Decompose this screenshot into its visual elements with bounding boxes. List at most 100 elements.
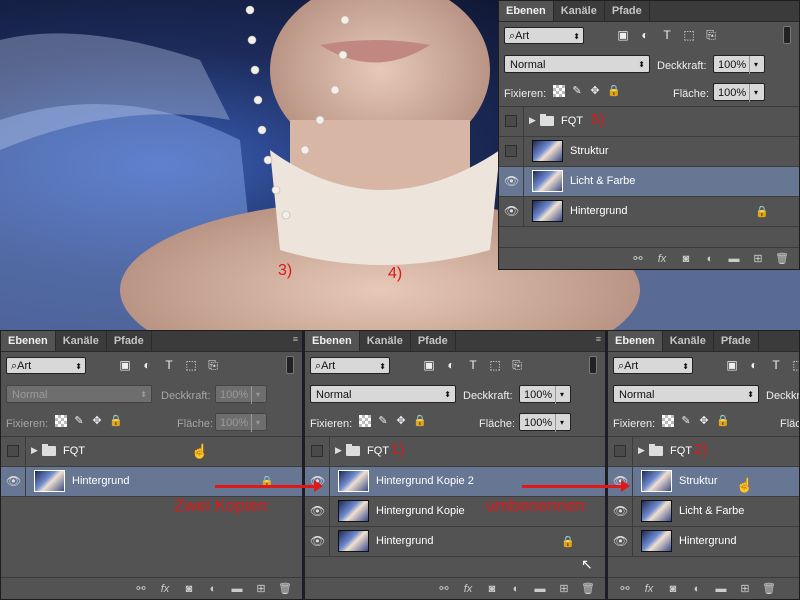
visibility-toggle[interactable] [614,445,626,457]
new-layer-icon[interactable]: ⊞ [557,582,571,595]
panel-menu-icon[interactable]: ≡ [596,334,601,344]
image-filter-icon[interactable]: ▣ [422,358,436,372]
layer-row[interactable]: 👁 Licht & Farbe [608,497,799,527]
tab-kanaele[interactable]: Kanäle [663,331,714,351]
lock-transparency-icon[interactable] [359,415,371,427]
eye-icon[interactable]: 👁 [613,534,628,548]
lock-all-icon[interactable]: 🔒 [607,85,621,97]
layer-row[interactable]: 👁 Hintergrund 🔒 [305,527,605,557]
dropdown-icon[interactable]: ▾ [251,386,264,404]
tab-ebenen[interactable]: Ebenen [499,1,554,21]
eye-icon[interactable]: 👁 [613,504,628,518]
adjustment-filter-icon[interactable]: ◐ [444,358,458,372]
expand-arrow-icon[interactable]: ▶ [335,445,342,456]
lock-pixels-icon[interactable]: ✎ [680,415,692,427]
opacity-input[interactable]: 100% ▾ [713,55,765,74]
type-filter-icon[interactable]: T [769,358,783,372]
lock-position-icon[interactable]: ✥ [698,415,710,427]
new-layer-icon[interactable]: ⊞ [254,582,268,595]
layer-row[interactable]: 👁 Hintergrund [608,527,799,557]
lock-pixels-icon[interactable]: ✎ [377,415,389,427]
trash-icon[interactable]: 🗑 [278,582,292,595]
fx-icon[interactable]: fx [461,583,475,595]
smart-object-filter-icon[interactable]: ⎘ [510,358,524,372]
eye-icon[interactable]: 👁 [504,204,519,218]
layer-filter-select[interactable]: ⌕Art ⬍ [6,357,86,374]
adjustment-filter-icon[interactable]: ◐ [140,358,154,372]
opacity-input[interactable]: 100% ▾ [215,385,267,404]
smart-object-filter-icon[interactable]: ⎘ [704,28,718,42]
tab-pfade[interactable]: Pfade [107,331,152,351]
blend-mode-select[interactable]: Normal ⬍ [613,385,759,403]
new-layer-icon[interactable]: ⊞ [738,582,752,595]
layer-row-selected[interactable]: 👁 Licht & Farbe [499,167,799,197]
link-icon[interactable]: ⚯ [437,582,451,595]
blend-mode-select[interactable]: Normal ⬍ [310,385,456,403]
fx-icon[interactable]: fx [655,253,669,265]
lock-pixels-icon[interactable]: ✎ [73,415,85,427]
dropdown-icon[interactable]: ▾ [749,56,762,74]
expand-arrow-icon[interactable]: ▶ [31,445,38,456]
visibility-toggle[interactable] [7,445,19,457]
expand-arrow-icon[interactable]: ▶ [638,445,645,456]
blend-mode-select[interactable]: Normal ⬍ [6,385,152,403]
layer-filter-select[interactable]: ⌕Art ⬍ [613,357,693,374]
image-filter-icon[interactable]: ▣ [725,358,739,372]
shape-filter-icon[interactable]: ⬚ [682,28,696,42]
blend-mode-select[interactable]: Normal ⬍ [504,55,650,73]
new-layer-icon[interactable]: ⊞ [751,252,765,265]
tab-kanaele[interactable]: Kanäle [554,1,605,21]
new-group-icon[interactable]: ▬ [533,583,547,595]
tab-ebenen[interactable]: Ebenen [1,331,56,351]
dropdown-icon[interactable]: ▾ [749,84,762,102]
shape-filter-icon[interactable]: ⬚ [791,358,799,372]
layer-filter-select[interactable]: ⌕Art ⬍ [310,357,390,374]
lock-transparency-icon[interactable] [55,415,67,427]
mask-icon[interactable]: ◙ [485,583,499,595]
tab-ebenen[interactable]: Ebenen [608,331,663,351]
mask-icon[interactable]: ◙ [679,253,693,265]
expand-arrow-icon[interactable]: ▶ [529,115,536,126]
shape-filter-icon[interactable]: ⬚ [184,358,198,372]
adjustment-filter-icon[interactable]: ◐ [747,358,761,372]
lock-transparency-icon[interactable] [662,415,674,427]
trash-icon[interactable]: 🗑 [762,582,776,595]
fill-input[interactable]: 100% ▾ [519,413,571,432]
smart-object-filter-icon[interactable]: ⎘ [206,358,220,372]
image-filter-icon[interactable]: ▣ [616,28,630,42]
lock-position-icon[interactable]: ✥ [395,415,407,427]
eye-icon[interactable]: 👁 [310,504,325,518]
lock-all-icon[interactable]: 🔒 [716,415,730,427]
image-filter-icon[interactable]: ▣ [118,358,132,372]
filter-toggle[interactable] [783,26,791,44]
type-filter-icon[interactable]: T [660,28,674,42]
eye-icon[interactable]: 👁 [504,174,519,188]
tab-pfade[interactable]: Pfade [605,1,650,21]
fx-icon[interactable]: fx [642,583,656,595]
filter-toggle[interactable] [286,356,294,374]
layer-row-group[interactable]: ▶ FQT 5) [499,107,799,137]
lock-position-icon[interactable]: ✥ [91,415,103,427]
link-icon[interactable]: ⚯ [631,252,645,265]
filter-toggle[interactable] [589,356,597,374]
eye-icon[interactable]: 👁 [6,474,21,488]
layer-row-group[interactable]: ▶ FQT ☝ [1,437,302,467]
adjustment-filter-icon[interactable]: ◐ [638,28,652,42]
new-group-icon[interactable]: ▬ [714,583,728,595]
tab-kanaele[interactable]: Kanäle [360,331,411,351]
lock-position-icon[interactable]: ✥ [589,85,601,97]
fill-input[interactable]: 100% ▾ [713,83,765,102]
tab-pfade[interactable]: Pfade [411,331,456,351]
layer-row-selected[interactable]: 👁 Hintergrund 🔒 [1,467,302,497]
mask-icon[interactable]: ◙ [666,583,680,595]
layer-row-group[interactable]: ▶ FQT 2) [608,437,799,467]
lock-all-icon[interactable]: 🔒 [109,415,123,427]
dropdown-icon[interactable]: ▾ [555,386,568,404]
visibility-toggle[interactable] [505,145,517,157]
layer-row[interactable]: Struktur [499,137,799,167]
tab-pfade[interactable]: Pfade [714,331,759,351]
layer-row-selected[interactable]: 👁 Hintergrund Kopie 2 [305,467,605,497]
opacity-input[interactable]: 100% ▾ [519,385,571,404]
visibility-toggle[interactable] [311,445,323,457]
tab-ebenen[interactable]: Ebenen [305,331,360,351]
